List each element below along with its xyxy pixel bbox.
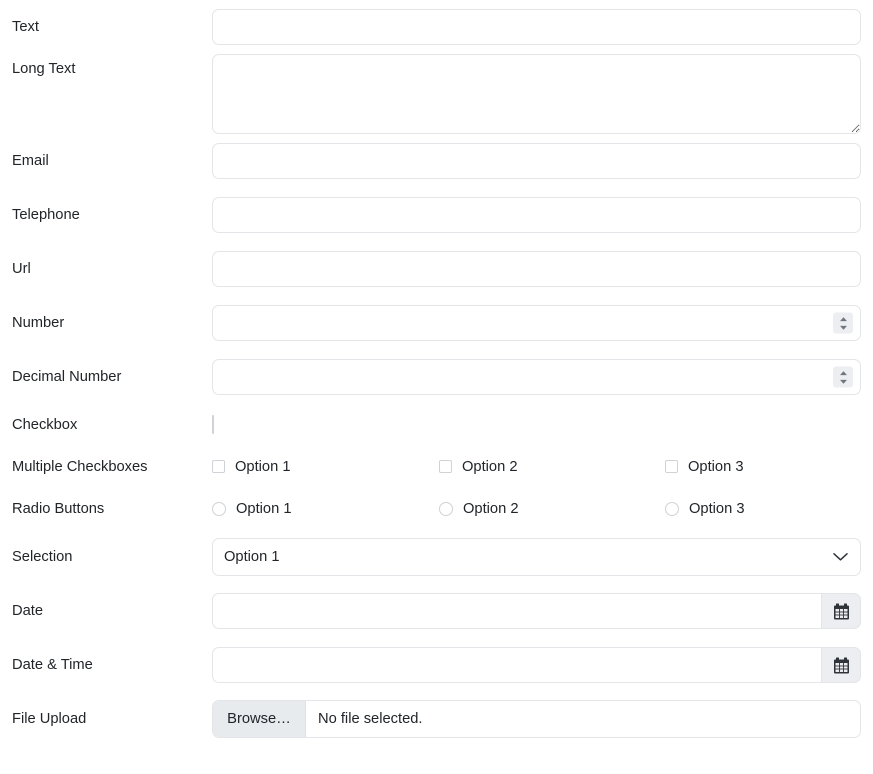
checkbox-option-3[interactable]: Option 3 xyxy=(665,460,865,475)
decimal-number-input[interactable] xyxy=(212,359,861,395)
form-row-date-time: Date & Time xyxy=(0,638,873,692)
label-text: Text xyxy=(0,20,212,35)
radio-option-label: Option 3 xyxy=(689,502,745,517)
date-time-field-group xyxy=(212,647,861,683)
selection-wrapper: Option 1 Option 2 Option 3 xyxy=(212,538,861,576)
control-cell-long-text xyxy=(212,54,873,134)
form-row-telephone: Telephone xyxy=(0,188,873,242)
form-container: Text Long Text Email Telephone Url Numbe… xyxy=(0,0,873,746)
control-cell-email xyxy=(212,143,873,179)
checkbox-icon[interactable] xyxy=(665,460,678,473)
calendar-icon xyxy=(833,657,850,674)
number-input-wrapper xyxy=(212,305,861,341)
checkbox-icon[interactable] xyxy=(439,460,452,473)
radio-option-label: Option 1 xyxy=(236,502,292,517)
control-cell-number xyxy=(212,305,873,341)
form-row-file-upload: File Upload Browse… No file selected. xyxy=(0,692,873,746)
label-date: Date xyxy=(0,604,212,619)
checkbox-single[interactable] xyxy=(212,415,214,434)
date-field-group xyxy=(212,593,861,629)
control-cell-file-upload: Browse… No file selected. xyxy=(212,700,873,738)
control-cell-multiple-checkboxes: Option 1 Option 2 Option 3 xyxy=(212,460,873,475)
date-input[interactable] xyxy=(212,593,821,629)
text-input[interactable] xyxy=(212,9,861,45)
date-time-picker-button[interactable] xyxy=(821,647,861,683)
label-multiple-checkboxes: Multiple Checkboxes xyxy=(0,460,212,475)
label-file-upload: File Upload xyxy=(0,712,212,727)
checkbox-option-2[interactable]: Option 2 xyxy=(439,460,665,475)
radio-option-2[interactable]: Option 2 xyxy=(439,502,665,517)
control-cell-decimal-number xyxy=(212,359,873,395)
control-cell-date xyxy=(212,593,873,629)
control-cell-radio-buttons: Option 1 Option 2 Option 3 xyxy=(212,502,873,517)
file-upload-status: No file selected. xyxy=(306,701,860,737)
label-url: Url xyxy=(0,262,212,277)
browse-button[interactable]: Browse… xyxy=(213,701,306,737)
radio-option-3[interactable]: Option 3 xyxy=(665,502,865,517)
radio-group: Option 1 Option 2 Option 3 xyxy=(212,502,873,517)
form-row-email: Email xyxy=(0,134,873,188)
calendar-icon xyxy=(833,603,850,620)
date-time-input[interactable] xyxy=(212,647,821,683)
checkbox-option-label: Option 2 xyxy=(462,460,518,475)
control-cell-checkbox xyxy=(212,416,873,434)
form-row-number: Number xyxy=(0,296,873,350)
radio-icon[interactable] xyxy=(212,502,226,516)
decimal-number-input-wrapper xyxy=(212,359,861,395)
form-row-decimal-number: Decimal Number xyxy=(0,350,873,404)
radio-option-label: Option 2 xyxy=(463,502,519,517)
control-cell-selection: Option 1 Option 2 Option 3 xyxy=(212,538,873,576)
label-decimal-number: Decimal Number xyxy=(0,370,212,385)
control-cell-date-time xyxy=(212,647,873,683)
form-row-text: Text xyxy=(0,0,873,54)
checkbox-group: Option 1 Option 2 Option 3 xyxy=(212,460,873,475)
radio-option-1[interactable]: Option 1 xyxy=(212,502,439,517)
form-row-checkbox: Checkbox xyxy=(0,404,873,446)
radio-icon[interactable] xyxy=(439,502,453,516)
decimal-number-spinner-icon[interactable] xyxy=(833,367,853,388)
control-cell-text xyxy=(212,9,873,45)
radio-icon[interactable] xyxy=(665,502,679,516)
form-row-date: Date xyxy=(0,584,873,638)
form-row-url: Url xyxy=(0,242,873,296)
form-row-radio-buttons: Radio Buttons Option 1 Option 2 Option 3 xyxy=(0,488,873,530)
label-number: Number xyxy=(0,316,212,331)
file-upload-group[interactable]: Browse… No file selected. xyxy=(212,700,861,738)
form-row-long-text: Long Text xyxy=(0,54,873,134)
form-row-multiple-checkboxes: Multiple Checkboxes Option 1 Option 2 Op… xyxy=(0,446,873,488)
number-input[interactable] xyxy=(212,305,861,341)
checkbox-option-label: Option 1 xyxy=(235,460,291,475)
label-long-text: Long Text xyxy=(0,54,212,77)
number-spinner-icon[interactable] xyxy=(833,313,853,334)
selection-select[interactable]: Option 1 Option 2 Option 3 xyxy=(212,538,861,576)
checkbox-option-1[interactable]: Option 1 xyxy=(212,460,439,475)
label-telephone: Telephone xyxy=(0,208,212,223)
form-row-selection: Selection Option 1 Option 2 Option 3 xyxy=(0,530,873,584)
email-input[interactable] xyxy=(212,143,861,179)
long-text-textarea[interactable] xyxy=(212,54,861,134)
label-checkbox: Checkbox xyxy=(0,418,212,433)
control-cell-telephone xyxy=(212,197,873,233)
label-date-time: Date & Time xyxy=(0,658,212,673)
label-email: Email xyxy=(0,154,212,169)
telephone-input[interactable] xyxy=(212,197,861,233)
date-picker-button[interactable] xyxy=(821,593,861,629)
label-radio-buttons: Radio Buttons xyxy=(0,502,212,517)
control-cell-url xyxy=(212,251,873,287)
url-input[interactable] xyxy=(212,251,861,287)
checkbox-icon[interactable] xyxy=(212,460,225,473)
label-selection: Selection xyxy=(0,550,212,565)
checkbox-option-label: Option 3 xyxy=(688,460,744,475)
